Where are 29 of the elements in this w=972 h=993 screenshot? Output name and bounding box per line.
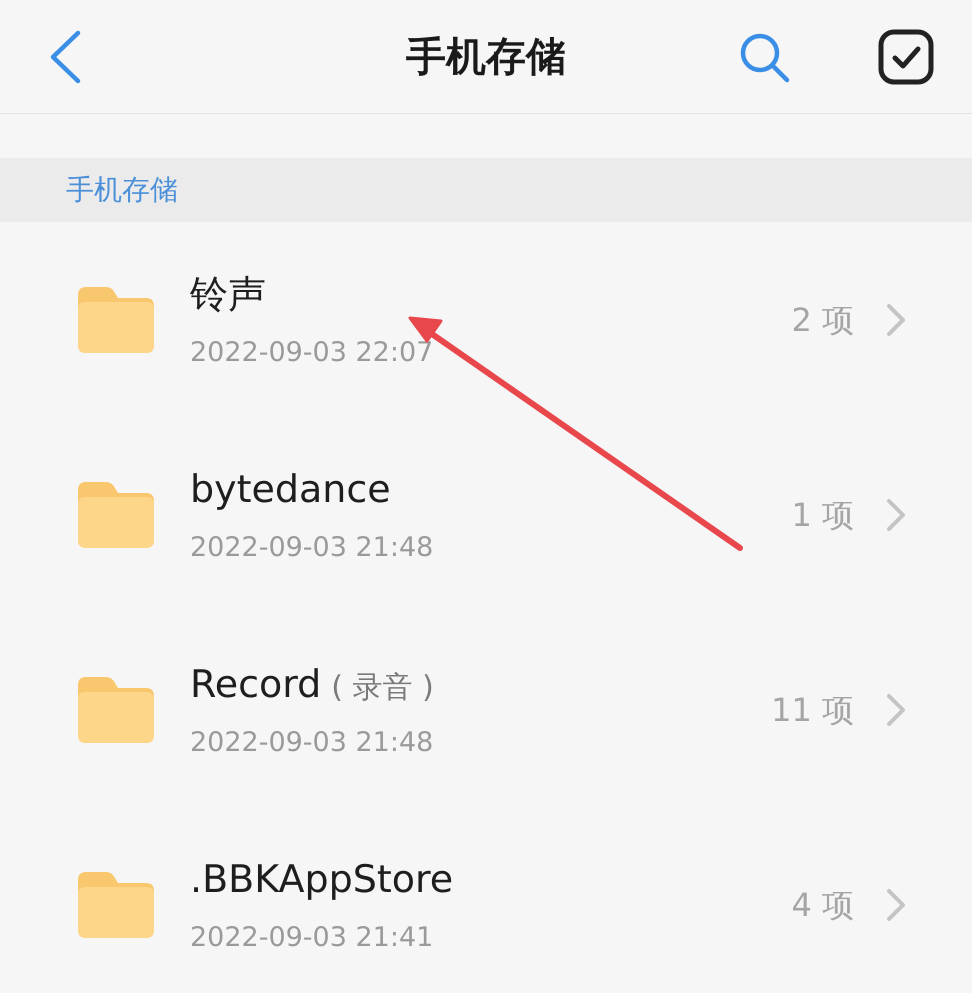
item-count: 2 项 <box>791 300 854 340</box>
folder-icon <box>78 676 154 742</box>
folder-date: 2022-09-03 21:48 <box>190 530 434 565</box>
item-count: 1 项 <box>791 494 854 536</box>
folder-icon <box>78 872 154 938</box>
folder-date: 2022-09-03 21:48 <box>190 726 434 760</box>
folder-name: bytedance <box>190 466 391 513</box>
page-title: 手机存储 <box>406 32 566 82</box>
folder-name: .BBKAppStore <box>190 856 454 903</box>
folder-name: Record <box>190 660 322 708</box>
chevron-icon <box>886 888 906 922</box>
folder-date: 2022-09-03 22:07 <box>190 336 434 370</box>
folder-row[interactable]: 铃声 2022-09-03 22:07 2 项 <box>0 222 972 417</box>
chevron-icon <box>886 302 906 336</box>
folder-row[interactable]: Record ( 录音 ) 2022-09-03 21:48 11 项 <box>0 612 972 807</box>
checkbox-icon[interactable] <box>878 28 934 84</box>
item-count: 4 项 <box>791 884 854 926</box>
folder-note: ( 录音 ) <box>331 668 434 707</box>
chevron-icon <box>886 692 906 726</box>
chevron-icon <box>886 498 906 532</box>
folder-row[interactable]: bytedance 2022-09-03 21:48 1 项 <box>0 417 972 612</box>
section-label: 手机存储 <box>66 172 178 208</box>
folder-date: 2022-09-03 21:41 <box>190 920 434 955</box>
folder-icon <box>78 286 154 352</box>
folder-name: 铃声 <box>190 270 266 318</box>
folder-icon <box>78 482 154 548</box>
item-count: 11 项 <box>771 690 854 730</box>
back-icon[interactable] <box>48 30 82 84</box>
folder-row[interactable]: .BBKAppStore 2022-09-03 21:41 4 项 <box>0 807 972 993</box>
